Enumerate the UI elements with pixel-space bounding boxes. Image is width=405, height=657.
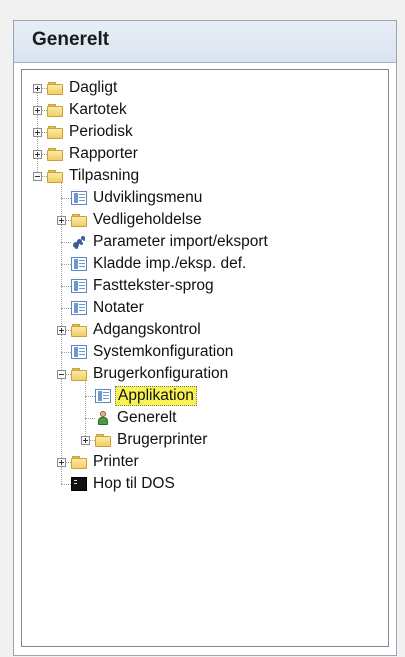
folder-icon — [71, 455, 87, 469]
collapse-minus-icon[interactable] — [57, 370, 66, 379]
panel-header: Generelt — [14, 21, 396, 63]
tree-item-label: Kladde imp./eksp. def. — [93, 255, 247, 272]
form-icon — [71, 257, 87, 271]
folder-icon — [71, 367, 87, 381]
tree-item-rapporter[interactable]: Rapporter — [22, 143, 388, 165]
folder-icon — [47, 169, 63, 183]
tree-item-label: Brugerkonfiguration — [93, 365, 229, 382]
tree-item-label: Tilpasning — [69, 167, 140, 184]
generelt-panel: Generelt Dagligt Kartotek Periodisk Rapport… — [13, 20, 397, 656]
form-icon — [71, 301, 87, 315]
tree-item-generelt[interactable]: Generelt — [22, 407, 388, 429]
tree-item-notater[interactable]: Notater — [22, 297, 388, 319]
folder-icon — [71, 213, 87, 227]
expand-plus-icon[interactable] — [33, 106, 42, 115]
form-icon — [71, 345, 87, 359]
tree-item-label: Notater — [93, 299, 144, 316]
folder-icon — [95, 433, 111, 447]
collapse-minus-icon[interactable] — [33, 172, 42, 181]
tree-item-kartotek[interactable]: Kartotek — [22, 99, 388, 121]
expand-plus-icon[interactable] — [81, 436, 90, 445]
tree-item-label: Fasttekster-sprog — [93, 277, 214, 294]
tree-item-applikation[interactable]: Applikation — [22, 385, 388, 407]
tree-item-udviklingsmenu[interactable]: Udviklingsmenu — [22, 187, 388, 209]
expand-plus-icon[interactable] — [33, 150, 42, 159]
tree-item-label: Adgangskontrol — [93, 321, 201, 338]
tree-item-printer[interactable]: Printer — [22, 451, 388, 473]
gear-icon — [71, 235, 87, 249]
tree-item-label: Vedligeholdelse — [93, 211, 202, 228]
folder-icon — [47, 81, 63, 95]
tree-item-label: Brugerprinter — [117, 431, 208, 448]
expand-plus-icon[interactable] — [33, 84, 42, 93]
form-icon — [95, 389, 111, 403]
folder-icon — [47, 125, 63, 139]
panel-title: Generelt — [32, 29, 110, 50]
tree-item-brugerkonfiguration[interactable]: Brugerkonfiguration — [22, 363, 388, 385]
navigation-tree[interactable]: Dagligt Kartotek Periodisk Rapporter Tilpasn… — [21, 69, 389, 647]
folder-icon — [47, 103, 63, 117]
tree-item-kladde-imp-eksp-def[interactable]: Kladde imp./eksp. def. — [22, 253, 388, 275]
terminal-icon — [71, 477, 87, 491]
tree-item-fasttekster-sprog[interactable]: Fasttekster-sprog — [22, 275, 388, 297]
tree-item-label: Rapporter — [69, 145, 138, 162]
expand-plus-icon[interactable] — [57, 326, 66, 335]
form-icon — [71, 191, 87, 205]
tree-item-hop-til-dos[interactable]: Hop til DOS — [22, 473, 388, 495]
tree-item-label: Hop til DOS — [93, 475, 175, 492]
tree-item-parameter-import-eksport[interactable]: Parameter import/eksport — [22, 231, 388, 253]
user-icon — [95, 411, 111, 425]
tree-item-brugerprinter[interactable]: Brugerprinter — [22, 429, 388, 451]
tree-item-label: Generelt — [117, 409, 177, 426]
tree-item-label: Dagligt — [69, 79, 118, 96]
expand-plus-icon[interactable] — [33, 128, 42, 137]
tree-item-label: Systemkonfiguration — [93, 343, 234, 360]
tree-item-label: Applikation — [115, 386, 197, 406]
tree-item-label: Parameter import/eksport — [93, 233, 268, 250]
expand-plus-icon[interactable] — [57, 458, 66, 467]
form-icon — [71, 279, 87, 293]
tree-item-label: Printer — [93, 453, 139, 470]
tree-item-adgangskontrol[interactable]: Adgangskontrol — [22, 319, 388, 341]
tree-item-tilpasning[interactable]: Tilpasning — [22, 165, 388, 187]
tree-item-vedligeholdelse[interactable]: Vedligeholdelse — [22, 209, 388, 231]
folder-icon — [71, 323, 87, 337]
tree-canvas: Dagligt Kartotek Periodisk Rapporter Tilpasn… — [22, 70, 388, 646]
folder-icon — [47, 147, 63, 161]
tree-item-label: Kartotek — [69, 101, 127, 118]
tree-item-periodisk[interactable]: Periodisk — [22, 121, 388, 143]
tree-item-label: Periodisk — [69, 123, 133, 140]
tree-item-systemkonfiguration[interactable]: Systemkonfiguration — [22, 341, 388, 363]
tree-item-dagligt[interactable]: Dagligt — [22, 77, 388, 99]
expand-plus-icon[interactable] — [57, 216, 66, 225]
tree-item-label: Udviklingsmenu — [93, 189, 203, 206]
